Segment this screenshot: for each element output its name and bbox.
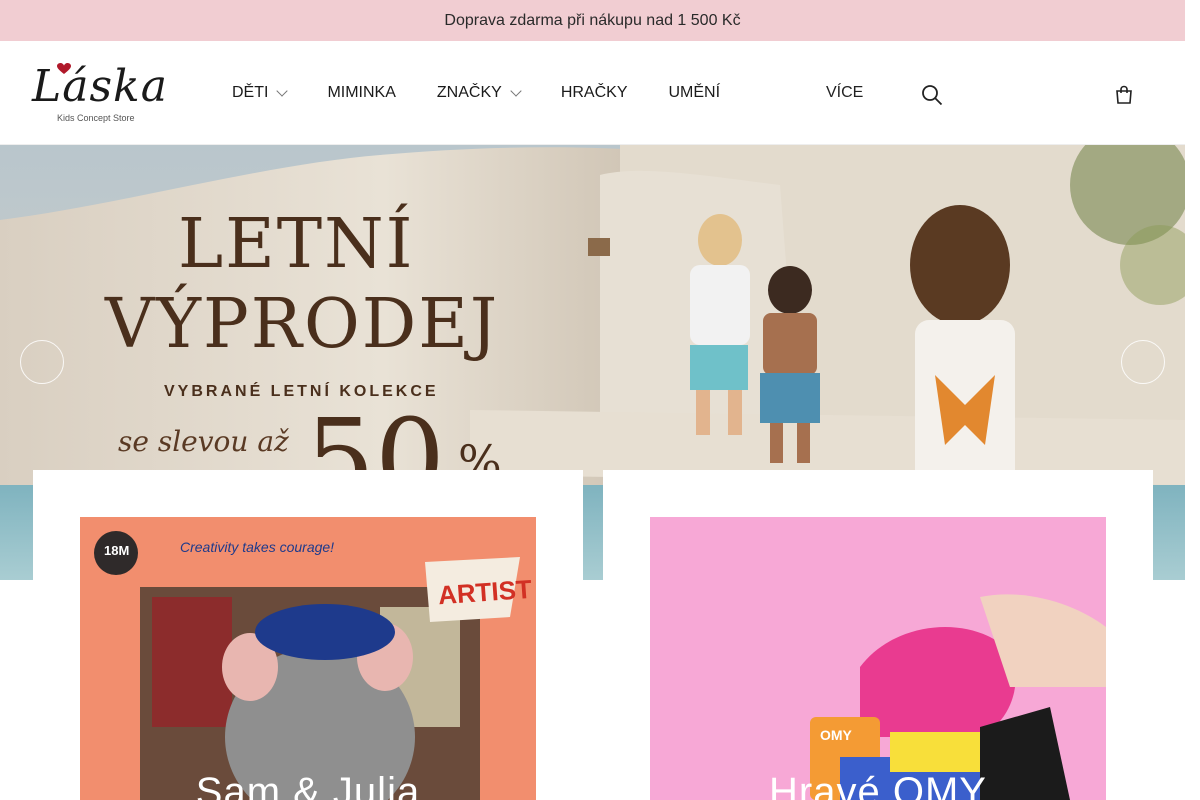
- hero-next-button[interactable]: [1121, 340, 1165, 384]
- artist-sticker: ARTIST: [437, 573, 533, 611]
- search-button[interactable]: [920, 83, 944, 107]
- wishlist-button[interactable]: [1057, 83, 1081, 107]
- cart-button[interactable]: [1112, 83, 1136, 107]
- chevron-down-icon: [510, 85, 522, 97]
- announcement-bar: Doprava zdarma při nákupu nad 1 500 Kč: [0, 0, 1185, 41]
- nav-item-znacky[interactable]: ZNAČKY: [436, 84, 522, 102]
- site-logo[interactable]: Láska Kids Concept Store: [32, 61, 174, 127]
- hero-prev-button[interactable]: [20, 340, 64, 384]
- nav-more-label: VÍCE: [826, 84, 864, 101]
- nav-item-label: ZNAČKY: [436, 84, 502, 101]
- nav-item-hracky[interactable]: HRAČKY: [561, 84, 628, 102]
- promo-card-title: Hravé OMY: [769, 770, 987, 800]
- chevron-down-icon: [276, 85, 289, 97]
- nav-more-menu[interactable]: VÍCE: [826, 84, 867, 102]
- logo-heart-icon: [57, 63, 71, 74]
- announcement-text: Doprava zdarma při nákupu nad 1 500 Kč: [444, 11, 741, 29]
- main-nav: DĚTI MIMINKA ZNAČKY HRAČKY UMĚNÍ: [232, 84, 761, 102]
- account-button[interactable]: [988, 83, 1012, 107]
- promo-card-image: 18M Creativity takes courage! ARTIST: [80, 517, 536, 800]
- nav-item-miminka[interactable]: MIMINKA: [327, 84, 395, 102]
- sam-julia-product-image: [80, 517, 536, 800]
- brand-label: OMY: [820, 727, 852, 743]
- nav-item-deti[interactable]: DĚTI: [232, 84, 289, 102]
- hero-headline-line1: LETNÍ: [178, 205, 415, 284]
- promo-card-sam-julia[interactable]: 18M Creativity takes courage! ARTIST Sam…: [33, 470, 583, 800]
- site-header: Láska Kids Concept Store DĚTI MIMINKA ZN…: [0, 41, 1185, 145]
- nav-item-label: UMĚNÍ: [668, 84, 721, 101]
- nav-item-label: MIMINKA: [327, 84, 396, 101]
- age-badge-text: 18M: [104, 543, 130, 558]
- search-icon: [922, 85, 943, 106]
- hero-headline-line2: VÝPRODEJ: [105, 285, 500, 364]
- shopping-bag-icon: [1116, 85, 1132, 104]
- logo-tagline: Kids Concept Store: [57, 113, 135, 123]
- promo-card-omy[interactable]: OMY Hravé OMY: [603, 470, 1153, 800]
- logo-wordmark: Láska: [32, 61, 168, 112]
- promo-card-image: OMY: [650, 517, 1106, 800]
- omy-product-image: [650, 517, 1106, 800]
- nav-item-label: DĚTI: [232, 84, 269, 101]
- promo-card-title: Sam & Julia: [195, 770, 421, 800]
- product-slogan: Creativity takes courage!: [180, 539, 335, 555]
- nav-item-umeni[interactable]: UMĚNÍ: [669, 84, 721, 102]
- nav-item-label: HRAČKY: [560, 84, 628, 101]
- hero-discount-prefix: se slevou až: [118, 425, 289, 458]
